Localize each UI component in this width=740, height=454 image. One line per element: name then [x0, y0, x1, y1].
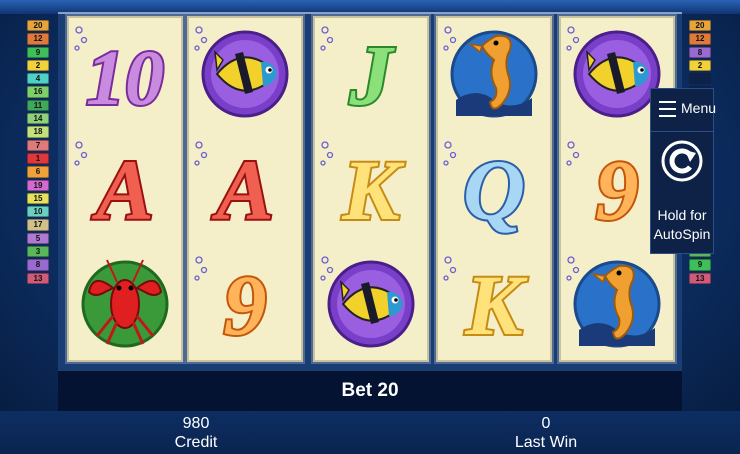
symbol-card-k-icon: K: [313, 131, 429, 246]
menu-label: Menu: [681, 100, 717, 116]
status-bar: 980 Credit 0 Last Win: [0, 411, 740, 454]
payline-badge: 8: [689, 46, 711, 58]
payline-badge: 1: [27, 152, 49, 165]
last-win-label: Last Win: [514, 434, 578, 451]
svg-text:9: 9: [224, 257, 267, 353]
payline-badge: 15: [27, 192, 49, 205]
svg-text:9: 9: [596, 142, 639, 238]
payline-badge: 5: [27, 232, 49, 245]
payline-badge: 13: [27, 272, 49, 284]
reel-3: JK: [313, 16, 429, 362]
autospin-label: Hold for AutoSpin: [653, 207, 711, 242]
payline-badge: 14: [27, 113, 49, 125]
symbol-card-j-icon: J: [313, 16, 429, 131]
symbol-lobster-icon: [67, 246, 183, 361]
last-win-display: 0 Last Win: [446, 414, 646, 452]
spin-icon: [661, 140, 703, 182]
bet-bar[interactable]: Bet 20: [58, 370, 682, 411]
payline-badge: 7: [27, 139, 49, 151]
svg-text:A: A: [91, 142, 153, 238]
symbol-card-a-icon: A: [67, 131, 183, 246]
payline-badge: 3: [27, 246, 49, 258]
svg-text:A: A: [211, 142, 273, 238]
payline-badge: 11: [27, 99, 49, 112]
payline-badge: 19: [27, 179, 49, 191]
symbol-card-9-icon: 9: [187, 246, 303, 361]
payline-badge: 8: [27, 259, 49, 271]
svg-text:K: K: [341, 142, 405, 238]
svg-text:J: J: [349, 27, 396, 123]
autospin-button[interactable]: Hold for AutoSpin: [651, 132, 713, 253]
credit-label: Credit: [174, 434, 218, 451]
svg-text:Q: Q: [463, 142, 525, 238]
payline-badge: 18: [27, 126, 49, 138]
symbol-fish-icon: [313, 246, 429, 361]
payline-badge: 2: [689, 59, 711, 72]
payline-badge: 10: [27, 206, 49, 218]
symbol-seahorse-icon: [559, 246, 675, 361]
reel-2: A9: [187, 16, 303, 362]
payline-badge: 9: [27, 46, 49, 58]
payline-badge: 4: [27, 73, 49, 85]
payline-badge: 13: [689, 272, 711, 284]
payline-badge: 20: [689, 20, 711, 32]
last-win-value: 0: [541, 415, 551, 432]
payline-badge: 9: [689, 259, 711, 271]
payline-badge: [689, 73, 711, 85]
symbol-card-k-icon: K: [436, 246, 552, 361]
bet-label: Bet 20: [341, 380, 399, 401]
symbol-card-q-icon: Q: [436, 131, 552, 246]
payline-badge: 17: [27, 219, 49, 231]
payline-badge: 12: [689, 33, 711, 45]
credit-value: 980: [182, 415, 210, 432]
menu-button[interactable]: Menu: [651, 89, 717, 132]
svg-text:10: 10: [86, 34, 164, 121]
payline-indicators-left: 20 12 9 2 4 16 11 14 18 7 1 6 19 15 10 17 5 3 8 13: [27, 20, 51, 286]
payline-badge: 20: [27, 20, 49, 32]
payline-badge: 16: [27, 86, 49, 98]
payline-badge: 12: [27, 33, 49, 45]
symbol-card-a-icon: A: [187, 131, 303, 246]
symbol-fish-icon: [187, 16, 303, 131]
payline-badge: 6: [27, 166, 49, 178]
hamburger-icon: [659, 101, 676, 118]
symbol-seahorse-icon: [436, 16, 552, 131]
svg-text:K: K: [464, 257, 528, 353]
credit-display: 980 Credit: [96, 414, 296, 452]
payline-badge: 2: [27, 59, 49, 72]
symbol-card-10-icon: 10: [67, 16, 183, 131]
reel-1: 10 A: [67, 16, 183, 362]
side-panel: Menu Hold for AutoSpin: [650, 88, 717, 254]
reel-4: QK: [436, 16, 552, 362]
